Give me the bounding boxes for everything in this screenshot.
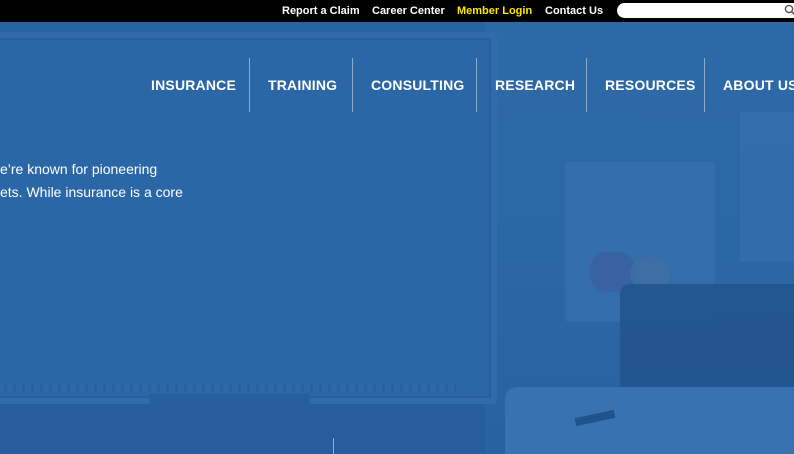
utility-bar: Report a Claim Career Center Member Logi… [0,0,794,22]
search-icon[interactable] [784,4,794,16]
nav-divider [352,58,353,112]
hero-text-line: ets. While insurance is a core [0,184,183,200]
section-divider [333,438,334,454]
member-login-link[interactable]: Member Login [457,4,532,18]
report-claim-link[interactable]: Report a Claim [282,4,360,18]
main-nav: INSURANCE TRAINING CONSULTING RESEARCH R… [0,58,794,112]
nav-divider [704,58,705,112]
nav-research[interactable]: RESEARCH [495,58,575,112]
hero-intro-text: e’re known for pioneering ets. While ins… [0,158,200,204]
search-box [617,3,794,18]
nav-divider [476,58,477,112]
page: Report a Claim Career Center Member Logi… [0,0,794,454]
search-input[interactable] [625,3,785,18]
nav-divider [586,58,587,112]
nav-consulting[interactable]: CONSULTING [371,58,465,112]
nav-insurance[interactable]: INSURANCE [151,58,236,112]
nav-resources[interactable]: RESOURCES [605,58,695,112]
nav-about-us[interactable]: ABOUT US [723,58,794,112]
career-center-link[interactable]: Career Center [372,4,445,18]
hero-text-line: e’re known for pioneering [0,161,158,177]
nav-training[interactable]: TRAINING [268,58,337,112]
contact-us-link[interactable]: Contact Us [545,4,603,18]
nav-divider [249,58,250,112]
